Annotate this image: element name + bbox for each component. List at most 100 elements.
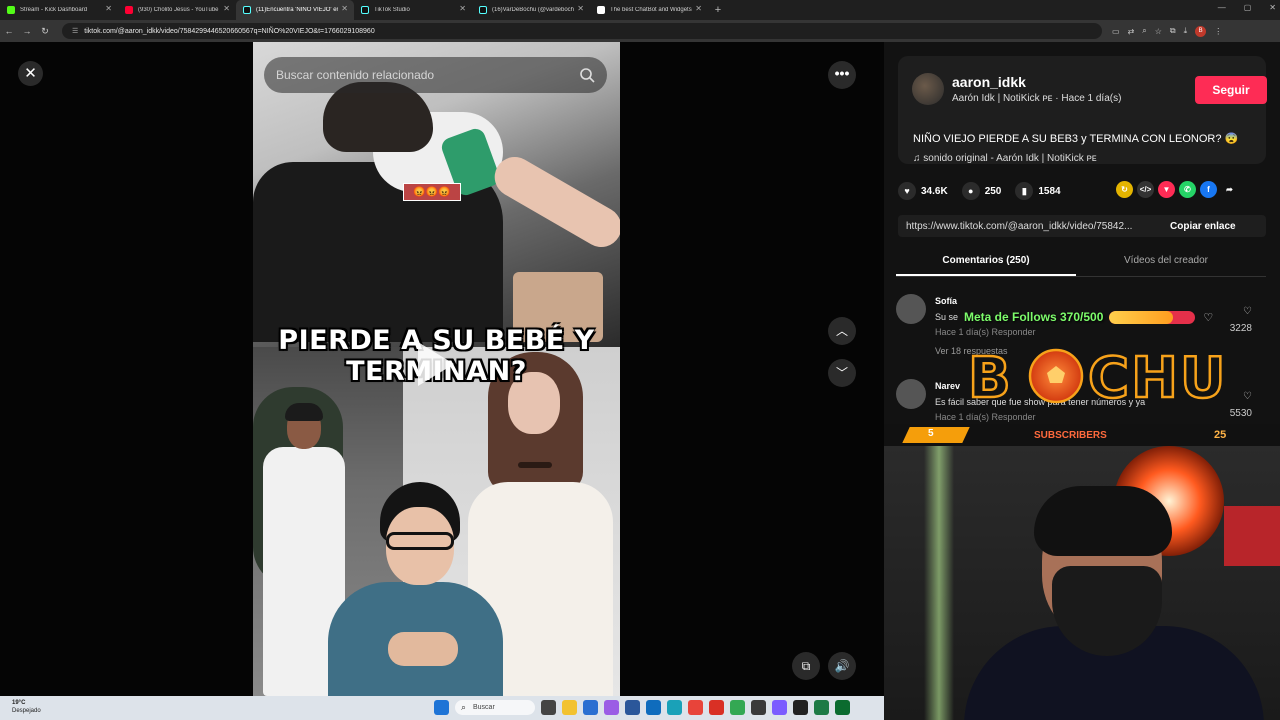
windows-taskbar: 19°C Despejado Buscar [0, 696, 884, 720]
commenter-name[interactable]: Narev [935, 381, 960, 391]
heart-icon[interactable]: ♡ [1243, 306, 1252, 317]
more-options-button[interactable]: ••• [828, 61, 856, 89]
author-avatar[interactable] [912, 73, 944, 105]
search-icon[interactable] [579, 67, 595, 83]
task-view-icon[interactable] [541, 700, 556, 715]
tab-label: (11)Encuentra 'NIÑO VIEJO' en [256, 7, 338, 13]
word-icon[interactable] [625, 700, 640, 715]
browser-toolbar: ← → ↻ ☰ tiktok.com/@aaron_idkk/video/758… [0, 20, 1280, 42]
video-link[interactable]: https://www.tiktok.com/@aaron_idkk/video… [898, 221, 1160, 232]
tab-close-icon[interactable]: ✕ [577, 4, 584, 13]
obs-icon[interactable] [751, 700, 766, 715]
like-button[interactable]: ♥ 34.6K [898, 182, 948, 200]
subscriber-count-current: 5 [928, 428, 934, 439]
video-player[interactable]: 😡😡😡 PIERDE A SU BEBÉ Y TERMINAN? Buscar … [253, 42, 620, 696]
media-icon[interactable] [793, 700, 808, 715]
outlook-icon[interactable] [646, 700, 661, 715]
file-explorer-icon[interactable] [562, 700, 577, 715]
excel-icon[interactable] [814, 700, 829, 715]
tab-label: Stream - Kick Dashboard [20, 7, 88, 13]
picture-in-picture-button[interactable]: ⧉ [792, 652, 820, 680]
reload-icon[interactable]: ↻ [36, 26, 54, 37]
browser-tab-bar: Stream - Kick Dashboard ✕ (930) Cholito … [0, 0, 1280, 20]
tab-close-icon[interactable]: ✕ [695, 4, 702, 13]
tab-comments[interactable]: Comentarios (250) [896, 250, 1076, 276]
follow-button[interactable]: Seguir [1195, 76, 1267, 104]
volume-button[interactable]: 🔊 [828, 652, 856, 680]
send-icon[interactable]: ▼ [1158, 181, 1175, 198]
tab-close-icon[interactable]: ✕ [459, 4, 466, 13]
heart-icon: ♡ [1203, 311, 1214, 324]
menu-icon[interactable]: ⋮ [1214, 27, 1222, 36]
embed-icon[interactable]: </> [1137, 181, 1154, 198]
author-subtitle: Aarón Idk | NotiKick ᴘᴇ · Hace 1 día(s) [952, 93, 1122, 104]
tab-tiktok-search[interactable]: (11)Encuentra 'NIÑO VIEJO' en ✕ [236, 0, 354, 20]
tab-chatbot[interactable]: The best ChatBot and Widgets ✕ [590, 0, 708, 20]
whatsapp-icon[interactable]: ✆ [1179, 181, 1196, 198]
maximize-icon[interactable]: ▢ [1244, 3, 1252, 12]
profile-avatar[interactable]: B [1195, 25, 1207, 37]
repost-icon[interactable]: ↻ [1116, 181, 1133, 198]
comment-button[interactable]: ● 250 [961, 182, 1001, 200]
taskbar-search[interactable]: Buscar [455, 700, 535, 715]
bookmark-star-icon[interactable]: ☆ [1155, 27, 1162, 36]
youtube-favicon-icon [125, 6, 133, 14]
back-icon[interactable]: ← [0, 26, 18, 36]
comment-meta[interactable]: Hace 1 día(s) Responder [935, 412, 1036, 422]
translate-icon[interactable]: ⇄ [1128, 27, 1135, 36]
tab-kick[interactable]: Stream - Kick Dashboard ✕ [0, 0, 118, 20]
edge-icon[interactable] [667, 700, 682, 715]
address-bar[interactable]: ☰ tiktok.com/@aaron_idkk/video/758429944… [62, 23, 1102, 39]
kick-favicon-icon [7, 6, 15, 14]
copilot-icon[interactable] [604, 700, 619, 715]
tab-tiktok-studio[interactable]: TikTok Studio ✕ [354, 0, 472, 20]
copy-link-button[interactable]: Copiar enlace [1170, 221, 1236, 232]
tab-creator-videos[interactable]: Vídeos del creador [1076, 250, 1256, 276]
light-strip-shape [924, 446, 954, 720]
heart-icon[interactable]: ♡ [1243, 391, 1252, 402]
author-username[interactable]: aaron_idkk [952, 74, 1026, 90]
follow-goal-label: Meta de Follows 370/500 [964, 310, 1104, 324]
hands-shape [388, 632, 458, 666]
commenter-name[interactable]: Sofía [935, 296, 957, 306]
minimize-icon[interactable]: — [1218, 3, 1226, 12]
cast-icon[interactable]: ▭ [1112, 27, 1120, 36]
sound-link[interactable]: ♫ sonido original - Aarón Idk | NotiKick… [913, 153, 1097, 164]
comment-meta[interactable]: Hace 1 día(s) Responder [935, 327, 1036, 337]
comment-text: Su se [935, 312, 959, 322]
weather-widget[interactable]: 19°C Despejado [12, 699, 41, 715]
downloads-icon[interactable]: ⤓ [1184, 26, 1188, 36]
site-info-icon[interactable]: ☰ [72, 27, 78, 35]
app-icon[interactable] [772, 700, 787, 715]
extensions-icon[interactable]: ⧉ [1170, 26, 1176, 36]
tab-vardebochu[interactable]: (16)VarDeBochu (@vardebochu) ✕ [472, 0, 590, 20]
chrome-icon[interactable] [688, 700, 703, 715]
bookmark-icon: ▮ [1015, 182, 1034, 200]
next-video-button[interactable]: ﹀ [828, 359, 856, 387]
tab-close-icon[interactable]: ✕ [341, 4, 348, 13]
arm-shape [487, 149, 620, 255]
tab-close-icon[interactable]: ✕ [105, 4, 112, 13]
commenter-avatar[interactable] [896, 379, 926, 409]
save-button[interactable]: ▮ 1584 [1015, 182, 1061, 200]
facebook-icon[interactable]: f [1200, 181, 1217, 198]
zoom-icon[interactable]: ⌕ [1142, 26, 1146, 36]
chrome-alt-icon[interactable] [730, 700, 745, 715]
windows-start-icon[interactable] [434, 700, 449, 715]
close-window-icon[interactable]: ✕ [1269, 3, 1276, 12]
tiktok-favicon-icon [243, 6, 251, 14]
play-icon[interactable] [418, 342, 454, 386]
previous-video-button[interactable]: ︿ [828, 317, 856, 345]
tab-youtube[interactable]: (930) Cholito Jesús - YouTube ✕ [118, 0, 236, 20]
forward-icon[interactable]: → [18, 26, 36, 36]
tray-app-icon[interactable] [835, 700, 850, 715]
store-icon[interactable] [583, 700, 598, 715]
related-search-input[interactable] [264, 57, 607, 93]
new-tab-button[interactable]: + [708, 4, 728, 16]
share-buttons: ↻ </> ▼ ✆ f ➦ [1116, 181, 1238, 198]
commenter-avatar[interactable] [896, 294, 926, 324]
share-icon[interactable]: ➦ [1221, 181, 1238, 198]
tab-close-icon[interactable]: ✕ [223, 4, 230, 13]
close-video-button[interactable]: ✕ [18, 61, 43, 86]
chrome-profile-icon[interactable] [709, 700, 724, 715]
